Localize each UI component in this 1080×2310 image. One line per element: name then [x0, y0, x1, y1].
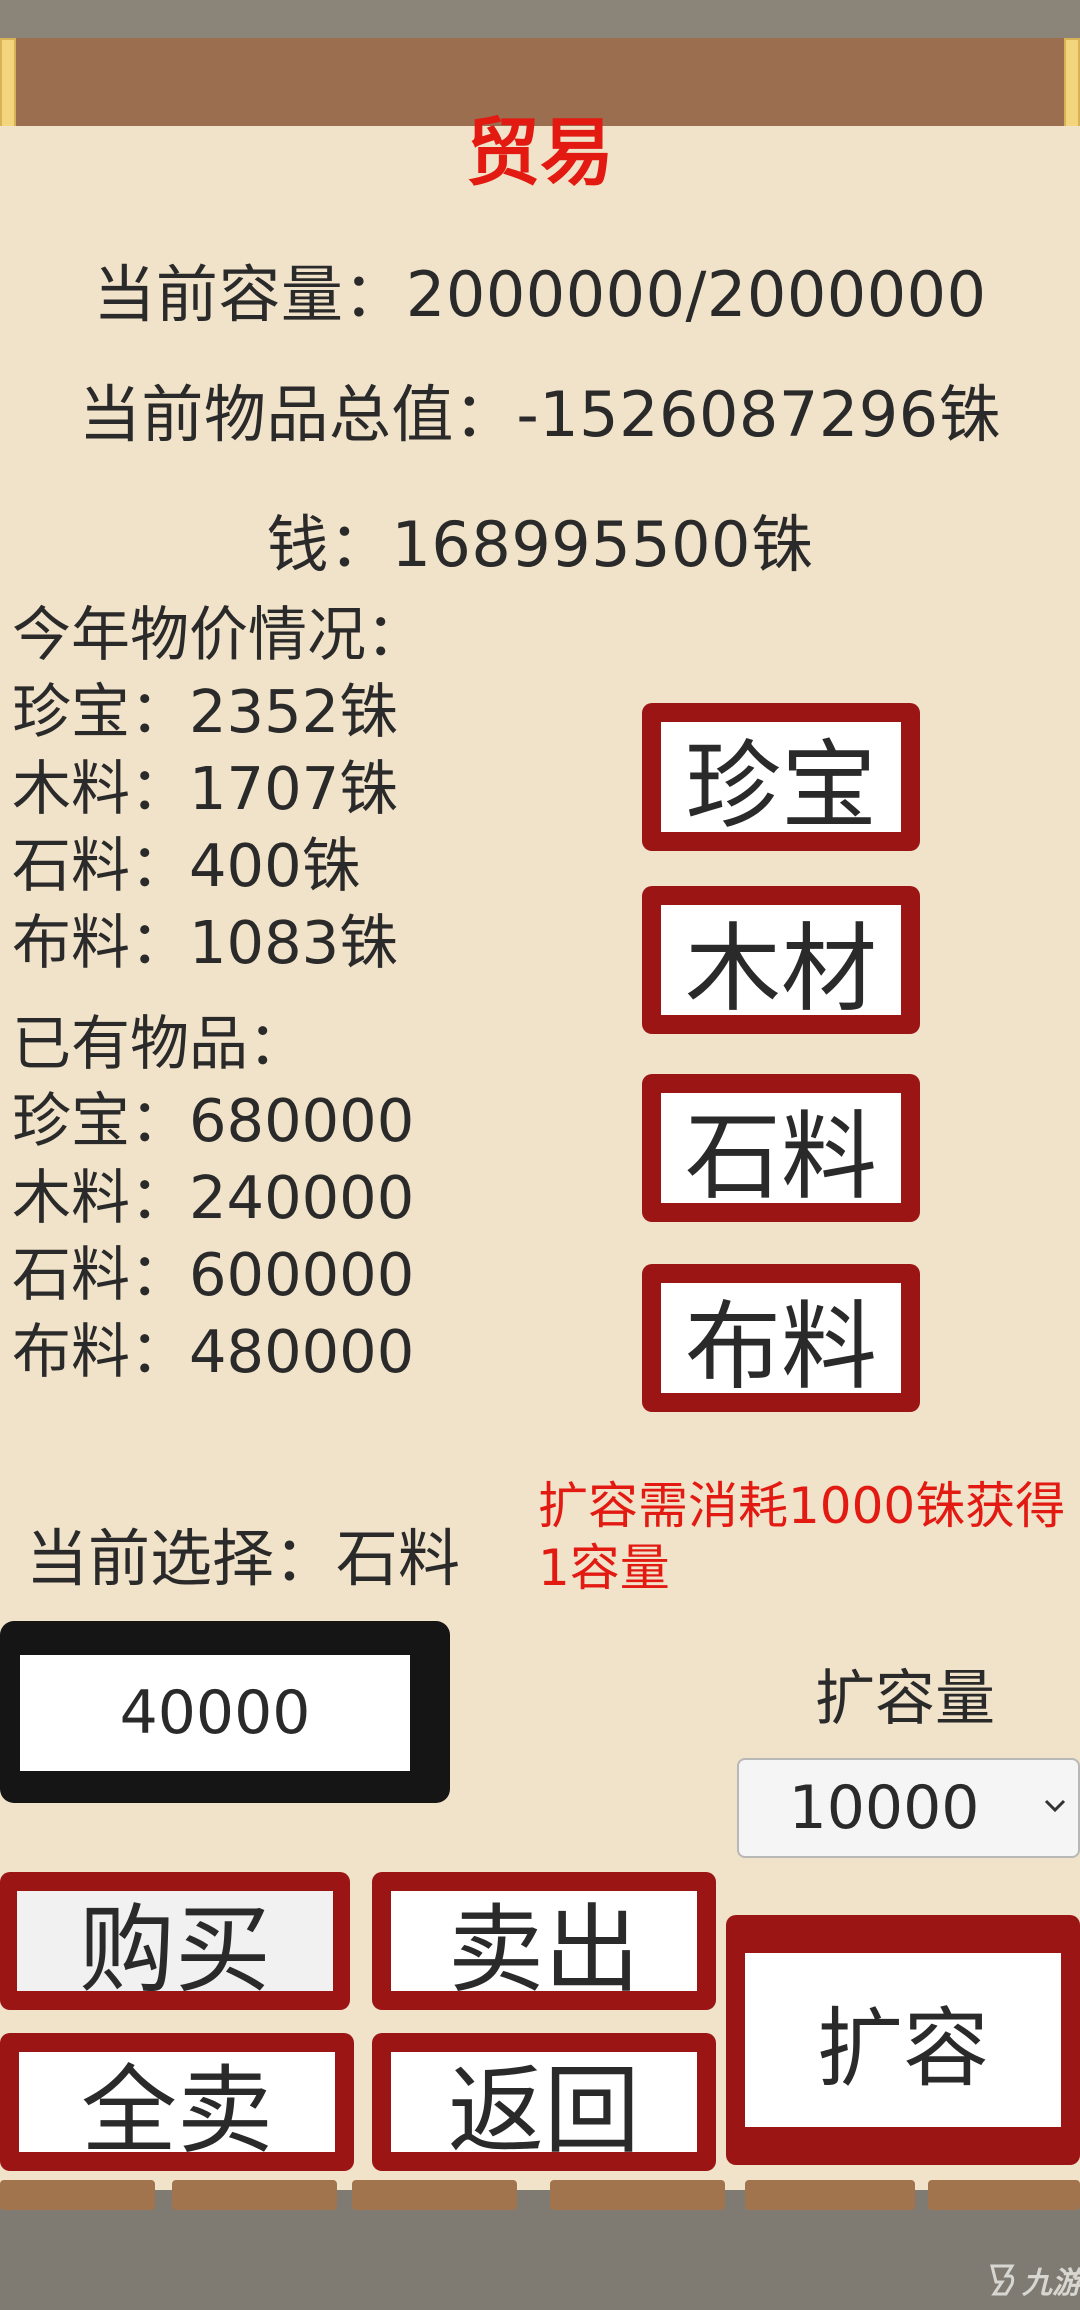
- capacity-text: 当前容量：2000000/2000000: [93, 258, 987, 331]
- item-button-label: 木材: [661, 905, 901, 1025]
- floor-block: [928, 2180, 1080, 2210]
- bottom-strip: [0, 2190, 1080, 2310]
- chevron-down-icon: [1044, 1799, 1066, 1813]
- item-button-stone[interactable]: 石料: [642, 1074, 920, 1222]
- back-button[interactable]: 返回: [372, 2033, 716, 2171]
- money-text: 钱：168995500铢: [266, 508, 814, 581]
- owned-item-treasure: 珍宝：680000: [12, 1086, 415, 1155]
- expand-note-line2: 1容量: [538, 1539, 670, 1597]
- item-button-label: 石料: [661, 1093, 901, 1213]
- floor-block: [172, 2180, 337, 2210]
- floor-block: [550, 2180, 725, 2210]
- expand-amount-select[interactable]: 10000: [737, 1758, 1080, 1858]
- expand-amount-label: 扩容量: [815, 1664, 995, 1734]
- back-button-label: 返回: [391, 2052, 697, 2167]
- sell-all-button[interactable]: 全卖: [0, 2033, 354, 2171]
- floor-block: [0, 2180, 155, 2210]
- item-button-label: 布料: [661, 1283, 901, 1403]
- top-strip: [0, 0, 1080, 38]
- expand-button[interactable]: 扩容: [726, 1915, 1080, 2165]
- item-button-cloth[interactable]: 布料: [642, 1264, 920, 1412]
- owned-item-wood: 木料：240000: [12, 1163, 415, 1232]
- sell-button[interactable]: 卖出: [372, 1872, 716, 2010]
- page-title: 贸易: [466, 110, 614, 196]
- current-selection: 当前选择：石料: [26, 1522, 461, 1595]
- price-item-treasure: 珍宝：2352铢: [12, 677, 399, 746]
- sell-button-label: 卖出: [391, 1891, 697, 2006]
- item-button-treasure[interactable]: 珍宝: [642, 703, 920, 851]
- price-item-wood: 木料：1707铢: [12, 754, 399, 823]
- watermark: 九游: [986, 2258, 1080, 2302]
- price-section: 今年物价情况： 珍宝：2352铢 木料：1707铢 石料：400铢 布料：108…: [12, 596, 425, 981]
- expand-button-label: 扩容: [745, 1953, 1061, 2127]
- price-item-stone: 石料：400铢: [12, 831, 361, 900]
- owned-title: 已有物品：: [12, 1009, 308, 1078]
- floor-block: [352, 2180, 517, 2210]
- sell-all-button-label: 全卖: [19, 2052, 335, 2167]
- item-button-label: 珍宝: [661, 722, 901, 842]
- item-button-wood[interactable]: 木材: [642, 886, 920, 1034]
- buy-button-label: 购买: [17, 1891, 333, 2006]
- expand-amount-value: 10000: [788, 1773, 980, 1843]
- watermark-text: 九游: [1022, 2266, 1080, 2301]
- floor-block: [745, 2180, 915, 2210]
- buy-button[interactable]: 购买: [0, 1872, 350, 2010]
- quantity-input-frame: 40000: [0, 1621, 450, 1803]
- expand-note-line1: 扩容需消耗1000铢获得: [538, 1477, 1066, 1535]
- quantity-input[interactable]: 40000: [20, 1655, 410, 1771]
- nine-game-logo-icon: [990, 2264, 1015, 2296]
- expand-note: 扩容需消耗1000铢获得 1容量: [538, 1475, 1065, 1599]
- total-value-text: 当前物品总值：-1526087296铢: [78, 378, 1002, 451]
- price-item-cloth: 布料：1083铢: [12, 908, 399, 977]
- owned-item-stone: 石料：600000: [12, 1240, 415, 1309]
- price-title: 今年物价情况：: [12, 600, 426, 669]
- owned-section: 已有物品： 珍宝：680000 木料：240000 石料：600000 布料：4…: [12, 1005, 414, 1390]
- owned-item-cloth: 布料：480000: [12, 1317, 415, 1386]
